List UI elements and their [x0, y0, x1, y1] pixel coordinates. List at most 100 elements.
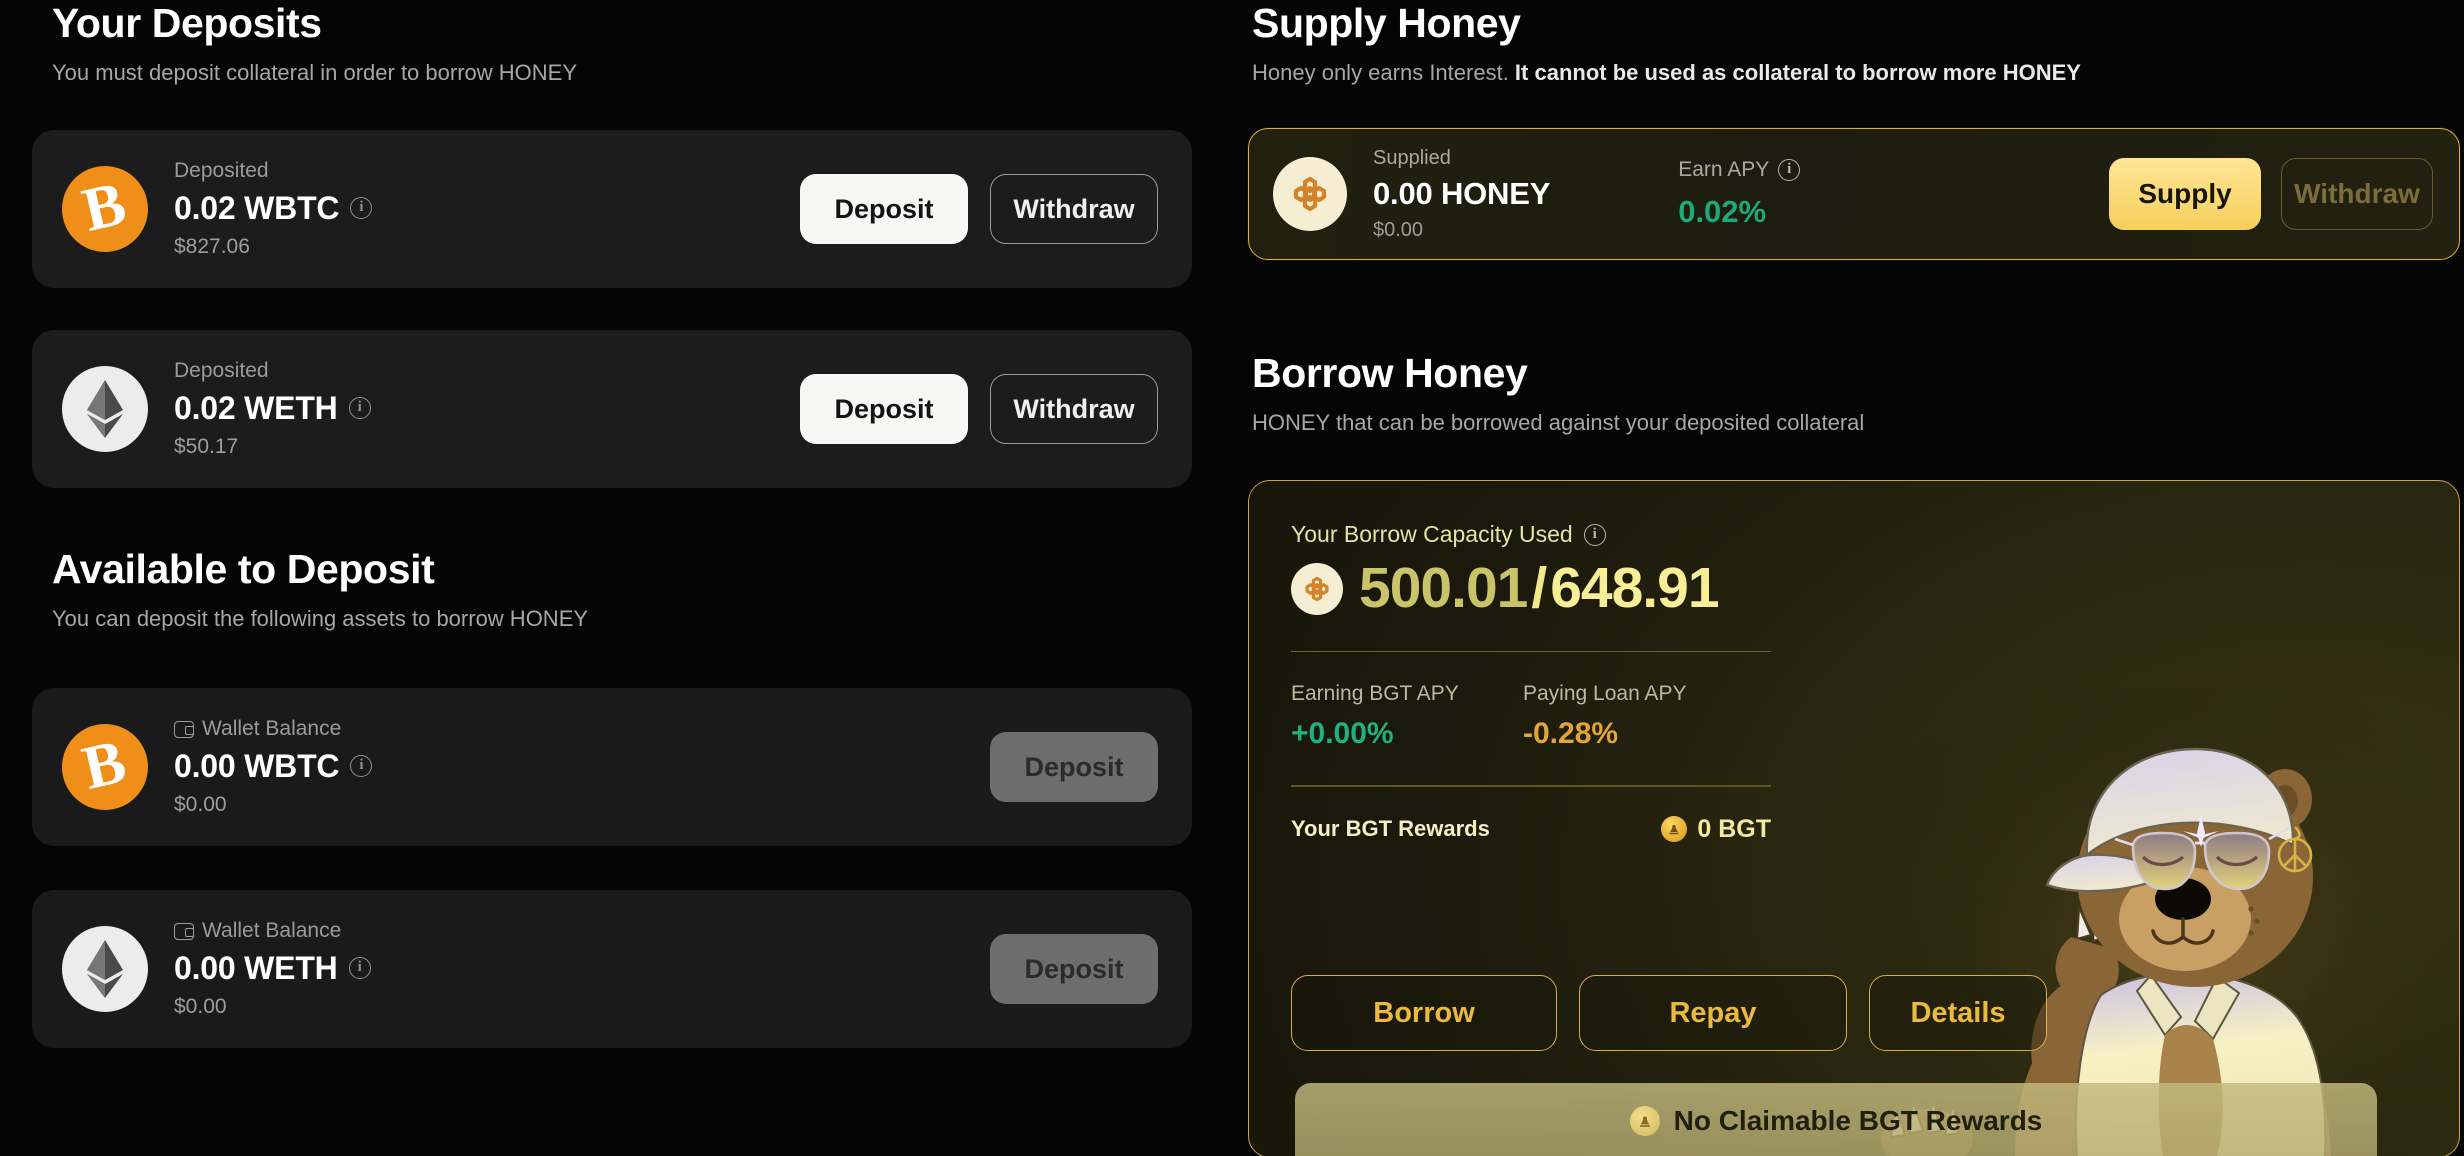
withdraw-button-honey-disabled[interactable]: Withdraw: [2281, 158, 2433, 230]
withdraw-button-wbtc[interactable]: Withdraw: [990, 174, 1158, 244]
bgt-rewards-label: Your BGT Rewards: [1291, 816, 1490, 842]
claim-bgt-rewards-banner[interactable]: No Claimable BGT Rewards: [1295, 1083, 2377, 1156]
deposited-weth-amount: 0.02 WETH: [174, 389, 338, 426]
divider: [1291, 785, 1771, 787]
info-icon[interactable]: i: [350, 197, 373, 220]
borrow-card-content: Your Borrow Capacity Used i 500.01/648.9…: [1249, 481, 2459, 844]
bgt-coin-icon: [1629, 1106, 1660, 1136]
bgt-rewards-row: Your BGT Rewards 0 BGT: [1291, 815, 1771, 844]
info-icon[interactable]: i: [1778, 159, 1801, 181]
available-weth-label: Wallet Balance: [202, 919, 342, 943]
supplied-amount: 0.00 HONEY: [1373, 175, 1551, 211]
available-wbtc-amount-wrap: 0.00 WBTC i: [174, 747, 373, 785]
deposit-button-weth-disabled[interactable]: Deposit: [990, 934, 1158, 1004]
earn-apy-value: 0.02%: [1678, 194, 1767, 229]
available-row-wbtc: B Wallet Balance 0.00 WBTC i $0.00 Depos…: [32, 688, 1192, 846]
deposited-wbtc-usd: $827.06: [174, 234, 250, 258]
borrow-button[interactable]: Borrow: [1291, 975, 1557, 1051]
deposited-wbtc-amount: 0.02 WBTC: [174, 189, 340, 226]
deposited-weth-amount-wrap: 0.02 WETH i: [174, 390, 371, 427]
honey-icon: [1273, 157, 1347, 231]
deposited-row-wbtc: B Deposited 0.02 WBTC i $827.06 Deposit …: [32, 130, 1192, 288]
available-to-deposit-subtitle: You can deposit the following assets to …: [52, 606, 589, 632]
available-to-deposit-header: Available to Deposit You can deposit the…: [52, 546, 589, 632]
supply-subtitle-normal: Honey only earns Interest.: [1252, 60, 1515, 86]
deposit-button-wbtc[interactable]: Deposit: [800, 174, 968, 244]
available-weth-amount-wrap: 0.00 WETH i: [174, 950, 371, 987]
lending-dashboard: Your Deposits You must deposit collatera…: [0, 0, 2464, 1156]
deposited-weth-actions: Deposit Withdraw: [800, 374, 1158, 444]
available-weth-usd: $0.00: [174, 994, 227, 1018]
borrow-honey-header: Borrow Honey HONEY that can be borrowed …: [1252, 351, 1865, 436]
earning-bgt-apy-value: +0.00%: [1291, 717, 1394, 751]
available-weth-amount: 0.00 WETH: [174, 949, 338, 986]
your-deposits-header: Your Deposits You must deposit collatera…: [52, 0, 577, 86]
stat-earning-bgt-apy: Earning BGT APY +0.00%: [1291, 682, 1523, 751]
deposit-button-weth[interactable]: Deposit: [800, 374, 968, 444]
supply-honey-title: Supply Honey: [1252, 0, 1521, 46]
supplied-label: Supplied: [1373, 146, 1451, 169]
supplied-info: Supplied 0.00 HONEY $0.00: [1373, 147, 1550, 242]
deposited-wbtc-amount-wrap: 0.02 WBTC i: [174, 189, 373, 227]
deposited-wbtc-actions: Deposit Withdraw: [800, 174, 1158, 244]
borrow-stats: Earning BGT APY +0.00% Paying Loan APY -…: [1291, 682, 2417, 751]
weth-icon: [62, 926, 148, 1012]
claim-banner-label: No Claimable BGT Rewards: [1673, 1105, 2043, 1136]
supply-card-actions: Supply Withdraw: [2109, 158, 2433, 230]
supply-honey-card: Supplied 0.00 HONEY $0.00 Earn APY i 0.0…: [1248, 128, 2460, 260]
divider: [1291, 651, 1771, 653]
borrow-capacity-values: 500.01/648.91: [1359, 560, 1720, 617]
deposited-weth-label: Deposited: [174, 359, 269, 383]
supply-button[interactable]: Supply: [2109, 158, 2261, 230]
honey-icon: [1291, 562, 1343, 615]
borrow-honey-subtitle: HONEY that can be borrowed against your …: [1252, 410, 1865, 436]
info-icon[interactable]: i: [1583, 523, 1606, 546]
borrow-capacity-label-wrap: Your Borrow Capacity Used i: [1291, 521, 2417, 548]
details-button[interactable]: Details: [1869, 975, 2047, 1051]
available-wbtc-info: Wallet Balance 0.00 WBTC i $0.00: [174, 717, 373, 816]
paying-loan-apy-value: -0.28%: [1523, 717, 1619, 751]
borrow-capacity-used: 500.01: [1359, 556, 1528, 620]
withdraw-button-weth[interactable]: Withdraw: [990, 374, 1158, 444]
deposited-weth-usd: $50.17: [174, 434, 239, 458]
info-icon[interactable]: i: [350, 755, 373, 778]
bgt-coin-icon: [1661, 816, 1688, 843]
wallet-icon: [174, 720, 194, 738]
borrow-honey-card: Your Borrow Capacity Used i 500.01/648.9…: [1248, 480, 2460, 1156]
right-column: Supply Honey Honey only earns Interest. …: [1248, 0, 2464, 1156]
paying-loan-apy-label: Paying Loan APY: [1523, 682, 1687, 706]
supply-honey-header: Supply Honey Honey only earns Interest. …: [1252, 0, 2081, 86]
info-icon[interactable]: i: [348, 397, 371, 420]
supplied-usd: $0.00: [1373, 218, 1424, 241]
deposited-wbtc-info: Deposited 0.02 WBTC i $827.06: [174, 159, 373, 258]
left-column: Your Deposits You must deposit collatera…: [32, 0, 1212, 1156]
earn-apy-block: Earn APY i 0.02%: [1678, 158, 1801, 230]
available-to-deposit-title: Available to Deposit: [52, 546, 435, 592]
repay-button[interactable]: Repay: [1579, 975, 1847, 1051]
deposit-button-wbtc-disabled[interactable]: Deposit: [990, 732, 1158, 802]
borrow-capacity-separator: /: [1531, 556, 1547, 620]
stat-paying-loan-apy: Paying Loan APY -0.28%: [1523, 682, 1755, 751]
wbtc-icon: B: [62, 166, 148, 252]
supply-honey-subtitle: Honey only earns Interest. It cannot be …: [1252, 60, 2081, 86]
available-wbtc-actions: Deposit: [990, 732, 1158, 802]
available-weth-actions: Deposit: [990, 934, 1158, 1004]
available-row-weth: Wallet Balance 0.00 WETH i $0.00 Deposit: [32, 890, 1192, 1048]
bgt-rewards-value-wrap: 0 BGT: [1661, 815, 1771, 844]
earning-bgt-apy-label: Earning BGT APY: [1291, 682, 1459, 706]
borrow-card-actions: Borrow Repay Details: [1291, 975, 2047, 1051]
deposited-row-weth: Deposited 0.02 WETH i $50.17 Deposit Wit…: [32, 330, 1192, 488]
info-icon[interactable]: i: [348, 957, 371, 980]
wbtc-icon: B: [62, 724, 148, 810]
borrow-capacity-value-row: 500.01/648.91: [1291, 560, 2417, 617]
wallet-icon: [174, 922, 194, 940]
available-weth-label-wrap: Wallet Balance: [174, 919, 371, 942]
available-weth-info: Wallet Balance 0.00 WETH i $0.00: [174, 919, 371, 1018]
your-deposits-subtitle: You must deposit collateral in order to …: [52, 60, 577, 86]
weth-icon: [62, 366, 148, 452]
deposited-wbtc-label: Deposited: [174, 159, 269, 183]
available-wbtc-amount: 0.00 WBTC: [174, 747, 340, 784]
available-wbtc-label: Wallet Balance: [202, 717, 342, 741]
your-deposits-title: Your Deposits: [52, 0, 322, 46]
borrow-capacity-label: Your Borrow Capacity Used: [1291, 521, 1573, 547]
